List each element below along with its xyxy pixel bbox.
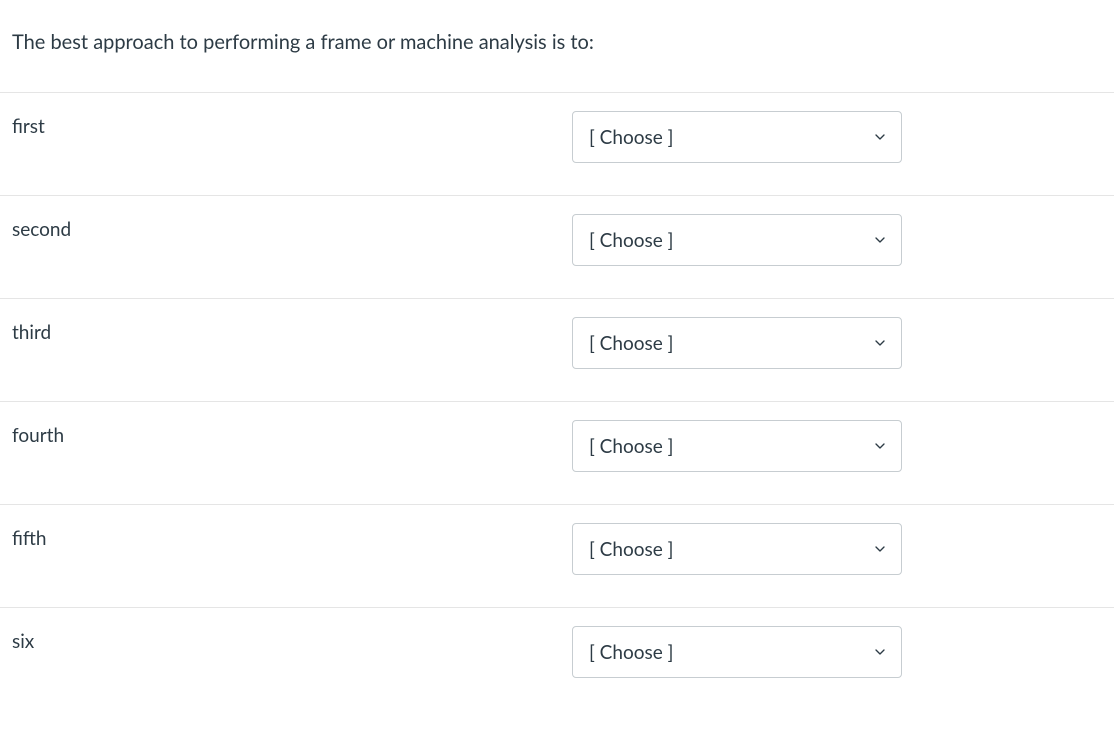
match-row-fourth: fourth [ Choose ] [0,401,1114,504]
match-select-six[interactable]: [ Choose ] [572,626,902,678]
match-select-fifth[interactable]: [ Choose ] [572,523,902,575]
match-label: first [12,111,572,138]
match-select-third[interactable]: [ Choose ] [572,317,902,369]
match-select-wrap: [ Choose ] [572,420,902,472]
match-row-second: second [ Choose ] [0,195,1114,298]
match-row-fifth: fifth [ Choose ] [0,504,1114,607]
match-select-first[interactable]: [ Choose ] [572,111,902,163]
match-select-second[interactable]: [ Choose ] [572,214,902,266]
match-select-wrap: [ Choose ] [572,214,902,266]
match-select-wrap: [ Choose ] [572,626,902,678]
match-label: fifth [12,523,572,550]
match-select-wrap: [ Choose ] [572,523,902,575]
match-select-fourth[interactable]: [ Choose ] [572,420,902,472]
match-row-third: third [ Choose ] [0,298,1114,401]
match-select-wrap: [ Choose ] [572,317,902,369]
match-label: six [12,626,572,653]
match-row-first: first [ Choose ] [0,92,1114,195]
match-label: third [12,317,572,344]
question-stem: The best approach to performing a frame … [0,0,1114,92]
match-select-wrap: [ Choose ] [572,111,902,163]
match-label: fourth [12,420,572,447]
match-label: second [12,214,572,241]
match-row-six: six [ Choose ] [0,607,1114,710]
